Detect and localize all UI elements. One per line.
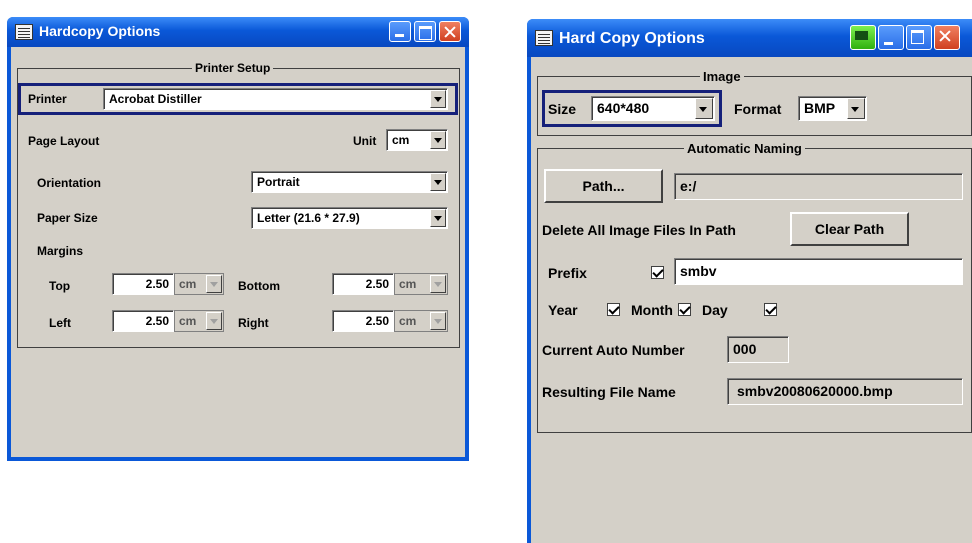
bottom-margin-label: Bottom xyxy=(238,279,280,293)
resulting-file-name-label: Resulting File Name xyxy=(542,384,676,400)
clear-path-button[interactable]: Clear Path xyxy=(790,212,909,246)
chevron-down-icon xyxy=(206,312,222,330)
title-bar[interactable]: Hard Copy Options xyxy=(527,19,972,57)
minimize-button[interactable] xyxy=(389,21,411,42)
path-button-label: Path... xyxy=(582,178,625,194)
chevron-down-icon[interactable] xyxy=(695,98,713,119)
close-button[interactable] xyxy=(934,25,960,50)
left-margin-input[interactable]: 2.50 xyxy=(112,310,174,332)
unit-select[interactable]: cm xyxy=(386,129,448,151)
printer-label: Printer xyxy=(28,92,67,106)
maximize-button[interactable] xyxy=(414,21,436,42)
printer-select[interactable]: Acrobat Distiller xyxy=(103,88,448,110)
window-icon xyxy=(535,30,553,46)
right-margin-label: Right xyxy=(238,316,269,330)
left-margin-value: 2.50 xyxy=(145,314,169,328)
window-body: Printer Setup Printer Acrobat Distiller … xyxy=(11,47,465,457)
top-margin-value: 2.50 xyxy=(145,277,169,291)
print-button[interactable] xyxy=(850,25,876,50)
prefix-value: smbv xyxy=(680,263,717,279)
size-value: 640*480 xyxy=(597,100,650,116)
chevron-down-icon[interactable] xyxy=(847,98,865,119)
path-value: e:/ xyxy=(680,178,697,194)
chevron-down-icon xyxy=(430,275,446,293)
top-margin-input[interactable]: 2.50 xyxy=(112,273,174,295)
left-margin-unit: cm xyxy=(174,310,224,332)
automatic-naming-title: Automatic Naming xyxy=(684,141,805,156)
window-icon xyxy=(15,24,33,40)
margins-label: Margins xyxy=(37,244,84,258)
format-label: Format xyxy=(734,101,782,117)
close-button[interactable] xyxy=(439,21,461,42)
orientation-value: Portrait xyxy=(257,175,300,189)
year-label: Year xyxy=(548,302,578,318)
chevron-down-icon[interactable] xyxy=(430,209,446,227)
format-select[interactable]: BMP xyxy=(798,96,867,121)
printer-setup-title: Printer Setup xyxy=(192,61,274,75)
month-checkbox[interactable] xyxy=(678,303,691,316)
unit-value: cm xyxy=(392,133,410,147)
title-bar[interactable]: Hardcopy Options xyxy=(7,17,469,47)
left-margin-label: Left xyxy=(49,316,71,330)
delete-files-label: Delete All Image Files In Path xyxy=(542,222,736,238)
minimize-button[interactable] xyxy=(878,25,904,50)
right-margin-unit: cm xyxy=(394,310,448,332)
year-checkbox[interactable] xyxy=(607,303,620,316)
paper-size-select[interactable]: Letter (21.6 * 27.9) xyxy=(251,207,448,229)
maximize-button[interactable] xyxy=(906,25,932,50)
path-field: e:/ xyxy=(674,173,963,200)
month-label: Month xyxy=(631,302,673,318)
paper-size-value: Letter (21.6 * 27.9) xyxy=(257,211,360,225)
prefix-label: Prefix xyxy=(548,265,587,281)
current-auto-number-label: Current Auto Number xyxy=(542,342,685,358)
image-group-title: Image xyxy=(700,69,744,84)
printer-value: Acrobat Distiller xyxy=(109,92,202,106)
top-margin-unit: cm xyxy=(174,273,224,295)
unit-text: cm xyxy=(399,277,417,291)
prefix-input[interactable]: smbv xyxy=(674,258,963,285)
chevron-down-icon xyxy=(206,275,222,293)
right-margin-value: 2.50 xyxy=(365,314,389,328)
chevron-down-icon[interactable] xyxy=(430,131,446,149)
unit-text: cm xyxy=(179,314,197,328)
clear-path-label: Clear Path xyxy=(814,221,885,237)
day-checkbox[interactable] xyxy=(764,303,777,316)
resulting-file-name-field: smbv20080620000.bmp xyxy=(727,378,963,405)
bottom-margin-value: 2.50 xyxy=(365,277,389,291)
bottom-margin-input[interactable]: 2.50 xyxy=(332,273,394,295)
size-label: Size xyxy=(548,101,577,117)
resulting-file-name-value: smbv20080620000.bmp xyxy=(737,383,893,399)
format-value: BMP xyxy=(804,100,836,116)
hardcopy-options-window: Hardcopy Options Printer Setup Printer A… xyxy=(7,17,469,461)
current-auto-number-value: 000 xyxy=(733,341,757,357)
chevron-down-icon[interactable] xyxy=(430,173,446,191)
window-title: Hard Copy Options xyxy=(559,30,705,47)
current-auto-number-field: 000 xyxy=(727,336,789,363)
page-layout-label: Page Layout xyxy=(28,134,100,148)
paper-size-label: Paper Size xyxy=(37,211,98,225)
chevron-down-icon xyxy=(430,312,446,330)
unit-label: Unit xyxy=(353,134,377,148)
orientation-label: Orientation xyxy=(37,176,102,190)
hard-copy-options-window: Hard Copy Options Image Size 640*480 For… xyxy=(527,19,972,543)
right-margin-input[interactable]: 2.50 xyxy=(332,310,394,332)
window-body: Image Size 640*480 Format BMP Automatic … xyxy=(531,57,972,543)
path-button[interactable]: Path... xyxy=(544,169,663,203)
window-title: Hardcopy Options xyxy=(39,23,161,39)
unit-text: cm xyxy=(399,314,417,328)
bottom-margin-unit: cm xyxy=(394,273,448,295)
size-select[interactable]: 640*480 xyxy=(591,96,715,121)
prefix-checkbox[interactable] xyxy=(651,266,664,279)
top-margin-label: Top xyxy=(49,279,71,293)
chevron-down-icon[interactable] xyxy=(430,90,446,108)
day-label: Day xyxy=(702,302,728,318)
orientation-select[interactable]: Portrait xyxy=(251,171,448,193)
unit-text: cm xyxy=(179,277,197,291)
